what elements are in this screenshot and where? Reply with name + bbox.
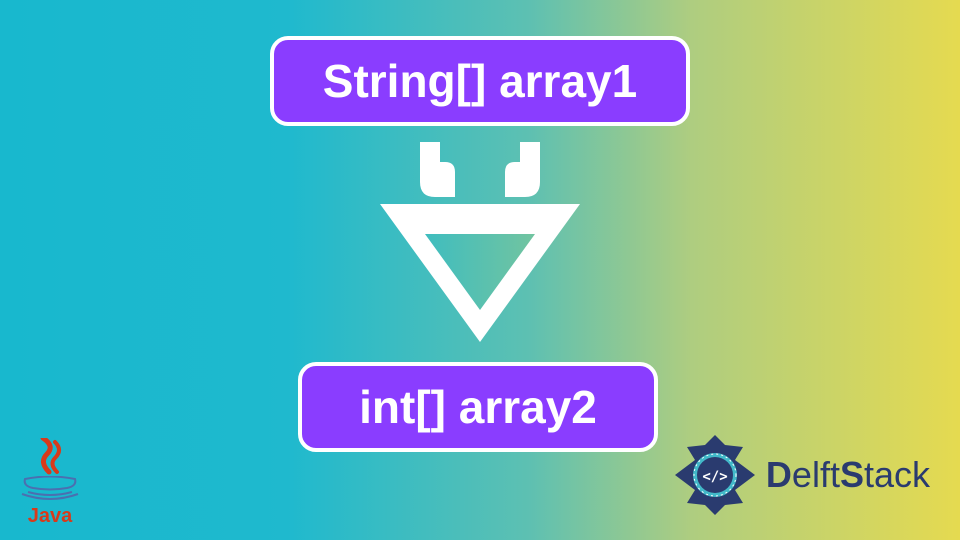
source-type-label: String[] array1 (323, 54, 637, 108)
delft-s: S (840, 454, 864, 495)
delft-d: D (766, 454, 792, 495)
java-logo-label: Java (28, 505, 73, 528)
delft-tack: tack (864, 454, 930, 495)
target-type-box: int[] array2 (298, 362, 658, 452)
delft-elft: elft (792, 454, 840, 495)
java-logo: Java (20, 438, 80, 528)
target-type-label: int[] array2 (359, 380, 597, 434)
java-cup-icon (20, 476, 80, 501)
delftstack-emblem-icon: </> (670, 430, 760, 520)
java-steam-icon (25, 438, 75, 476)
delftstack-logo: </> DelftStack (670, 430, 930, 520)
svg-text:</>: </> (702, 469, 727, 485)
source-type-box: String[] array1 (270, 36, 690, 126)
arrow-down-icon (380, 142, 580, 350)
delftstack-logo-label: DelftStack (766, 454, 930, 496)
